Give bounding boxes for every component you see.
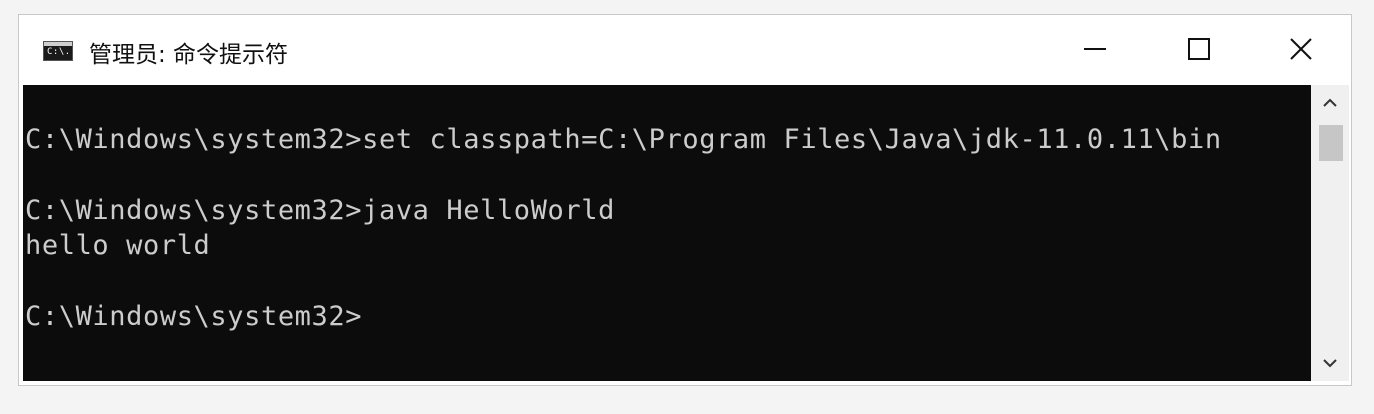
minimize-button[interactable] <box>1043 15 1147 83</box>
console-window: C:\. 管理员: 命令提示符 C:\Windows\system32>set … <box>18 14 1352 386</box>
terminal-line: hello world <box>25 230 211 261</box>
chevron-down-icon <box>1323 359 1337 368</box>
terminal-output[interactable]: C:\Windows\system32>set classpath=C:\Pro… <box>23 85 1311 381</box>
cmd-icon[interactable]: C:\. <box>43 41 73 61</box>
cmd-icon-glyph: C:\. <box>47 47 71 57</box>
close-icon <box>1290 38 1312 60</box>
maximize-button[interactable] <box>1147 15 1251 83</box>
vertical-scrollbar[interactable] <box>1311 85 1349 381</box>
close-button[interactable] <box>1249 15 1353 83</box>
terminal-line: C:\Windows\system32>java HelloWorld <box>25 195 615 226</box>
minimize-icon <box>1084 48 1106 50</box>
scrollbar-thumb[interactable] <box>1319 125 1343 161</box>
screenshot-frame: C:\. 管理员: 命令提示符 C:\Windows\system32>set … <box>0 0 1374 414</box>
scroll-down-button[interactable] <box>1311 345 1349 381</box>
terminal-prompt: C:\Windows\system32> <box>25 301 363 332</box>
window-title: 管理员: 命令提示符 <box>89 42 289 68</box>
chevron-up-icon <box>1323 98 1337 107</box>
maximize-icon <box>1188 38 1210 60</box>
scroll-up-button[interactable] <box>1311 85 1349 121</box>
terminal-line: C:\Windows\system32>set classpath=C:\Pro… <box>25 124 1222 155</box>
title-bar[interactable]: C:\. 管理员: 命令提示符 <box>19 15 1351 85</box>
